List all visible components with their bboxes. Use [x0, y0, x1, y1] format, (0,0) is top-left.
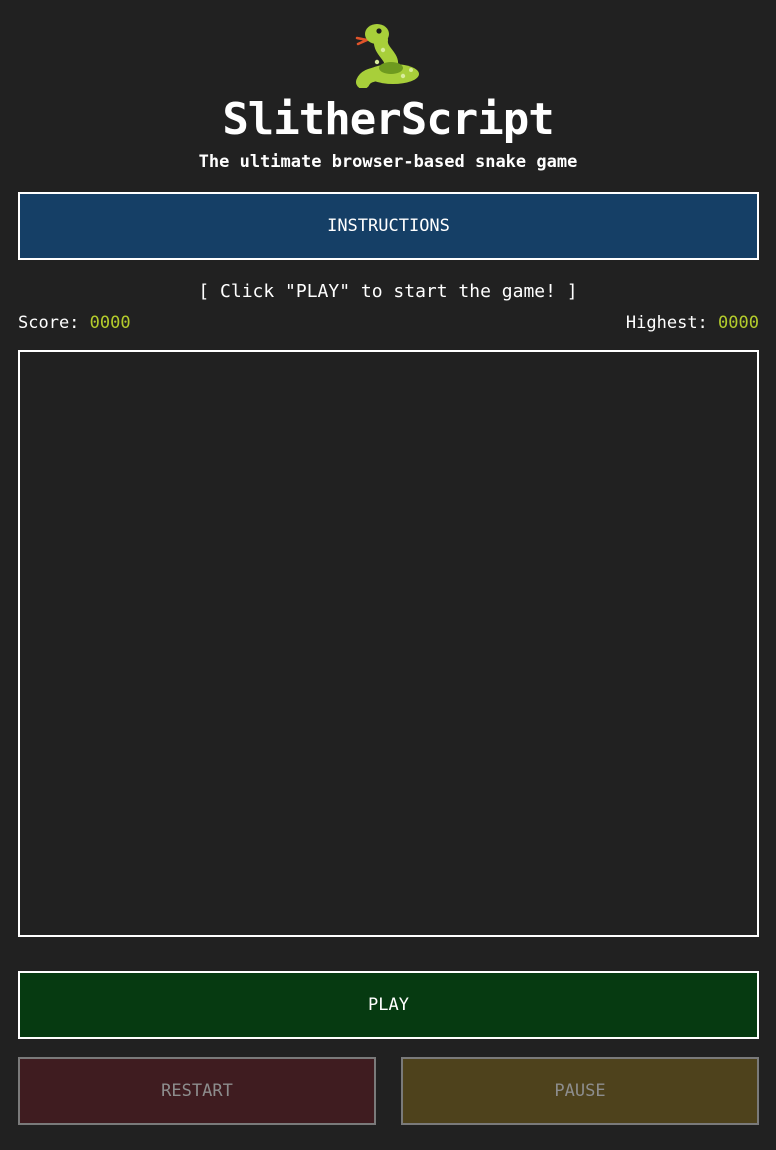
instructions-button[interactable]: INSTRUCTIONS — [18, 192, 759, 260]
score-row: Score: 0000 Highest: 0000 — [18, 311, 759, 335]
restart-button[interactable]: RESTART — [18, 1057, 376, 1125]
game-board[interactable] — [18, 350, 759, 937]
highest-value: 0000 — [718, 313, 759, 333]
snake-icon — [355, 24, 419, 88]
pause-button[interactable]: PAUSE — [401, 1057, 759, 1125]
score-label: Score: — [18, 313, 80, 333]
highest-label: Highest: — [625, 313, 708, 333]
start-hint: [ Click "PLAY" to start the game! ] — [198, 281, 578, 302]
page-subtitle: The ultimate browser-based snake game — [198, 152, 578, 172]
play-button[interactable]: PLAY — [18, 971, 759, 1039]
score-value: 0000 — [89, 313, 131, 333]
game-page: SlitherScript The ultimate browser-based… — [0, 0, 776, 1150]
score-display: Score: 0000 — [18, 311, 131, 335]
page-title: SlitherScript — [222, 94, 554, 145]
highest-display: Highest: 0000 — [626, 311, 759, 335]
